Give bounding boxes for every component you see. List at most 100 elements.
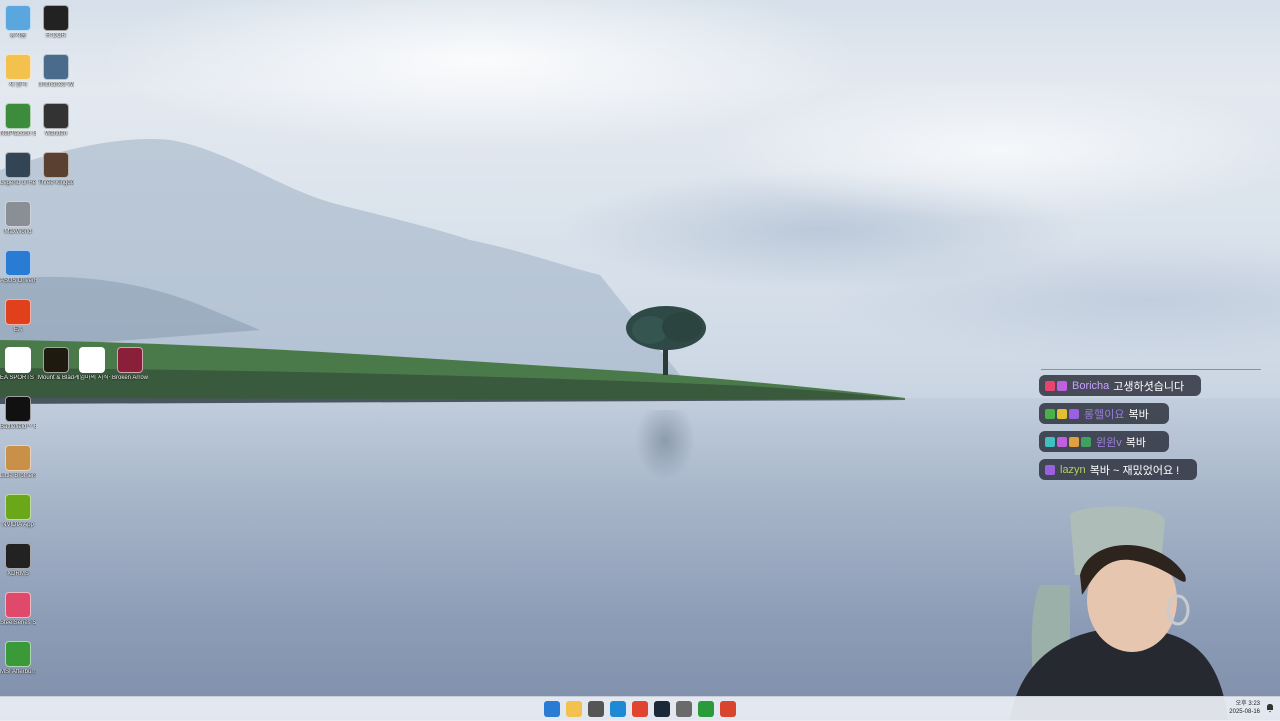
desktop-icon-label: Uncharted Waters ... bbox=[38, 82, 74, 88]
desktop-icon-label: 게임마의 지식직 ... bbox=[74, 375, 110, 381]
xbox-icon[interactable] bbox=[698, 701, 714, 717]
three-kingdoms-icon bbox=[43, 152, 69, 178]
desktop-icon-label: Little Brothers bbox=[0, 473, 36, 479]
asus-gear-icon bbox=[5, 250, 31, 276]
folder-icon bbox=[5, 54, 31, 80]
chat-badge-icon bbox=[1057, 436, 1067, 447]
xdrms-icon bbox=[5, 543, 31, 569]
desktop-icon[interactable]: EA SPORTS FC ONLINE bbox=[0, 347, 36, 382]
desktop-icon-label: Legend of Heroes ... bbox=[0, 180, 36, 186]
desktop-icon-label: Wanden bbox=[44, 131, 68, 137]
desktop-icon[interactable]: Battlefield™ 6 Open Beta bbox=[0, 396, 36, 431]
battlefield-icon bbox=[5, 396, 31, 422]
chat-username: lazyn bbox=[1060, 463, 1086, 476]
chat-message: 롱헬이요 복바 bbox=[1039, 403, 1169, 424]
clock-time: 오후 3:23 bbox=[1235, 701, 1260, 707]
steelseries-icon bbox=[5, 592, 31, 618]
desktop-icon-label: MaxWorld bbox=[4, 229, 32, 235]
app-icon[interactable] bbox=[588, 701, 604, 717]
desktop-icon-label: EA bbox=[13, 327, 22, 333]
desktop-icon-label: Three Kingdoms ... bbox=[38, 180, 74, 186]
desktop-icon[interactable]: NVIDIA App bbox=[0, 494, 36, 529]
desktop-icon-label: ASUS DriverHub bbox=[0, 278, 36, 284]
chat-badge-icon bbox=[1045, 380, 1055, 391]
taskbar: 오후 3:23 2025-08-16 bbox=[0, 696, 1280, 721]
chat-text: 복바 bbox=[1128, 408, 1149, 421]
chat-text: 복바 ~ 재밌었어요 ! bbox=[1089, 464, 1180, 477]
desktop-icon[interactable]: ASUS DriverHub bbox=[0, 250, 36, 285]
chat-badge-icon bbox=[1057, 408, 1067, 419]
r-dor-icon bbox=[43, 5, 69, 31]
chat-username: 롱헬이요 bbox=[1084, 408, 1125, 421]
desktop-icon-label: 새 폴더 bbox=[8, 82, 28, 88]
desktop-icon-label: XDRMS bbox=[7, 571, 29, 577]
desktop-icon-label: Broken Arrow bbox=[112, 375, 148, 381]
ea-icon bbox=[5, 299, 31, 325]
desktop-icon[interactable]: NetPlaceon GPU Z bbox=[0, 103, 36, 138]
app-red-icon[interactable] bbox=[720, 701, 736, 717]
edge-icon[interactable] bbox=[610, 701, 626, 717]
desktop-icon[interactable]: Wanden bbox=[38, 103, 74, 138]
desktop-icon[interactable]: 게임마의 지식직 ... bbox=[74, 347, 110, 382]
desktop-icon[interactable]: 휴지통 bbox=[0, 5, 36, 40]
chat-divider bbox=[1041, 369, 1261, 370]
chrome-icon bbox=[79, 347, 105, 373]
chat-badge-icon bbox=[1057, 380, 1067, 391]
chat-badge-icon bbox=[1045, 436, 1055, 447]
desktop-icon[interactable]: 새 폴더 bbox=[0, 54, 36, 89]
recycle-bin-icon bbox=[5, 5, 31, 31]
system-clock[interactable]: 오후 3:23 2025-08-16 bbox=[1229, 700, 1260, 716]
gpu-icon bbox=[5, 103, 31, 129]
chat-badge-icon bbox=[1045, 464, 1055, 475]
desktop-icon-label: MSI Afterburner bbox=[0, 669, 36, 675]
desktop-icon[interactable]: SteelSeries Sonar bbox=[0, 592, 36, 627]
file-explorer-icon[interactable] bbox=[566, 701, 582, 717]
chat-username: 윈윈v bbox=[1096, 436, 1122, 449]
desktop-icon[interactable]: XDRMS bbox=[0, 543, 36, 578]
desktop-icon-label: R-DOR bbox=[46, 33, 66, 39]
desktop-icon[interactable]: Broken Arrow bbox=[112, 347, 148, 382]
steam-icon[interactable] bbox=[654, 701, 670, 717]
uncharted-waters-icon bbox=[43, 54, 69, 80]
maxworld-icon bbox=[5, 201, 31, 227]
desktop-icon[interactable]: MaxWorld bbox=[0, 201, 36, 236]
mount-blade-icon bbox=[43, 347, 69, 373]
desktop-icon[interactable]: Little Brothers bbox=[0, 445, 36, 480]
clock-date: 2025-08-16 bbox=[1229, 709, 1260, 715]
desktop-icon[interactable]: Mount & Blade II ... bbox=[38, 347, 74, 382]
chat-badge-icon bbox=[1069, 408, 1079, 419]
chrome-icon bbox=[5, 347, 31, 373]
nvidia-icon bbox=[5, 494, 31, 520]
chat-message: Boricha 고생하셧습니다 bbox=[1039, 375, 1201, 396]
desktop-icon-label: 휴지통 bbox=[9, 33, 27, 39]
desktop-icon[interactable]: Uncharted Waters ... bbox=[38, 54, 74, 89]
desktop-icon[interactable]: Legend of Heroes ... bbox=[0, 152, 36, 187]
desktop-icon-label: NetPlaceon GPU Z bbox=[0, 131, 36, 137]
desktop-icon[interactable]: MSI Afterburner bbox=[0, 641, 36, 676]
streamer-webcam bbox=[1010, 506, 1228, 720]
desktop-icon-label: SteelSeries Sonar bbox=[0, 620, 36, 626]
chat-username: Boricha bbox=[1072, 379, 1110, 392]
chat-badge-icon bbox=[1069, 436, 1079, 447]
legend-of-heroes-icon bbox=[5, 152, 31, 178]
start-icon[interactable] bbox=[544, 701, 560, 717]
tree-reflection bbox=[630, 410, 700, 490]
chat-message: lazyn 복바 ~ 재밌었어요 ! bbox=[1039, 459, 1197, 480]
chat-text: 고생하셧습니다 bbox=[1113, 380, 1185, 393]
desktop-icon-label: NVIDIA App bbox=[2, 522, 34, 528]
desktop-icon[interactable]: Three Kingdoms ... bbox=[38, 152, 74, 187]
msi-afterburner-icon bbox=[5, 641, 31, 667]
chrome-icon[interactable] bbox=[632, 701, 648, 717]
desktop-icon-label: Mount & Blade II ... bbox=[38, 375, 74, 381]
wanden-icon bbox=[43, 103, 69, 129]
lone-tree bbox=[626, 306, 706, 375]
chat-text: 복바 bbox=[1125, 436, 1146, 449]
settings-icon[interactable] bbox=[676, 701, 692, 717]
little-brothers-icon bbox=[5, 445, 31, 471]
chat-badge-icon bbox=[1081, 436, 1091, 447]
notification-bell-icon[interactable] bbox=[1266, 703, 1274, 713]
broken-arrow-icon bbox=[117, 347, 143, 373]
desktop-icon[interactable]: EA bbox=[0, 299, 36, 334]
desktop-icon[interactable]: R-DOR bbox=[38, 5, 74, 40]
desktop-icon-label: Battlefield™ 6 Open Beta bbox=[0, 424, 36, 430]
